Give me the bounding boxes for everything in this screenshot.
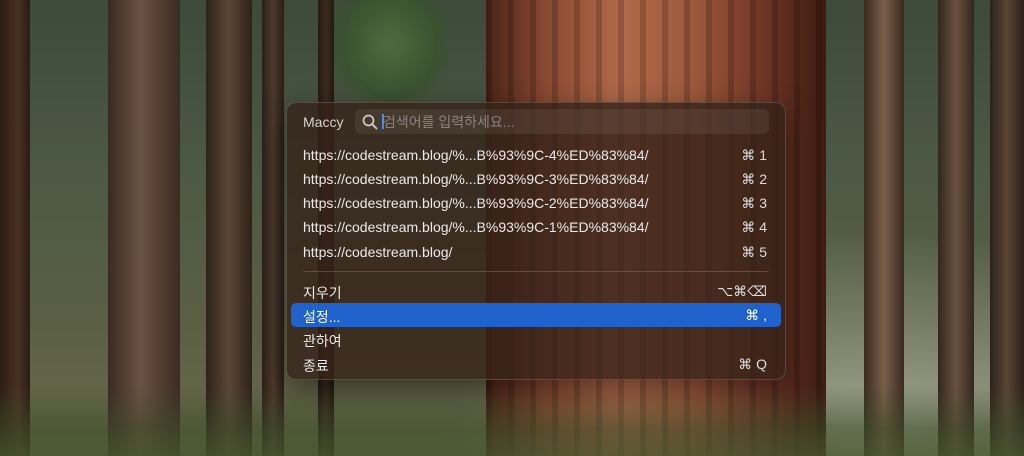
about-label: 관하여 xyxy=(303,333,342,349)
search-box[interactable] xyxy=(355,109,769,134)
history-item-shortcut: ⌘ 1 xyxy=(741,147,767,163)
history-item-text: https://codestream.blog/%...B%93%9C-2%ED… xyxy=(303,195,649,211)
history-item-text: https://codestream.blog/%...B%93%9C-4%ED… xyxy=(303,147,649,163)
history-item-shortcut: ⌘ 5 xyxy=(741,244,767,260)
quit-shortcut: ⌘ Q xyxy=(738,356,767,372)
search-row: Maccy xyxy=(287,109,785,135)
history-item-text: https://codestream.blog/%...B%93%9C-1%ED… xyxy=(303,219,649,235)
clear-menu-item[interactable]: 지우기 ⌥⌘⌫ xyxy=(291,279,781,303)
history-item[interactable]: https://codestream.blog/ ⌘ 5 xyxy=(291,240,781,264)
app-name: Maccy xyxy=(303,114,344,130)
menu-divider xyxy=(303,271,769,272)
history-item-text: https://codestream.blog/%...B%93%9C-3%ED… xyxy=(303,171,649,187)
wallpaper-foliage xyxy=(330,0,450,110)
wallpaper-ground xyxy=(0,386,1024,456)
history-item-shortcut: ⌘ 4 xyxy=(741,219,767,235)
settings-menu-item[interactable]: 설정... ⌘ , xyxy=(291,303,781,327)
history-item[interactable]: https://codestream.blog/%...B%93%9C-4%ED… xyxy=(291,143,781,167)
history-item[interactable]: https://codestream.blog/%...B%93%9C-2%ED… xyxy=(291,191,781,215)
history-item-shortcut: ⌘ 2 xyxy=(741,171,767,187)
about-menu-item[interactable]: 관하여 xyxy=(291,327,781,351)
history-item-shortcut: ⌘ 3 xyxy=(741,195,767,211)
search-input[interactable] xyxy=(383,109,761,134)
quit-label: 종료 xyxy=(303,358,329,374)
clipboard-history-menu: Maccy https://codestream.blog/%...B%93%9… xyxy=(286,102,786,380)
clear-label: 지우기 xyxy=(303,285,342,301)
history-item[interactable]: https://codestream.blog/%...B%93%9C-3%ED… xyxy=(291,167,781,191)
settings-label: 설정... xyxy=(303,309,341,325)
history-item[interactable]: https://codestream.blog/%...B%93%9C-1%ED… xyxy=(291,215,781,239)
settings-shortcut: ⌘ , xyxy=(745,307,767,323)
search-icon xyxy=(362,114,378,130)
history-item-text: https://codestream.blog/ xyxy=(303,244,453,260)
clear-shortcut: ⌥⌘⌫ xyxy=(717,283,767,299)
quit-menu-item[interactable]: 종료 ⌘ Q xyxy=(291,352,781,376)
